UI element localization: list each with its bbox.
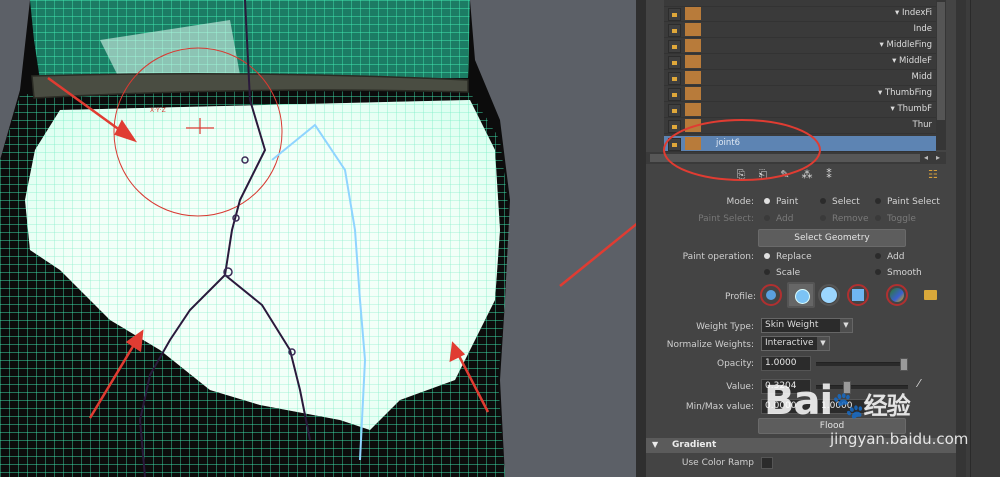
square-brush-icon[interactable]	[847, 284, 869, 306]
mode-paint-radio[interactable]: Paint	[764, 197, 798, 207]
paint-select-label: Paint Select:	[698, 214, 754, 224]
list-item-label: Thur	[912, 120, 932, 130]
soft-brush-icon[interactable]	[787, 282, 815, 308]
collapse-arrow-icon: ▼	[652, 440, 659, 449]
minmax-label: Min/Max value:	[685, 402, 754, 412]
lock-icon[interactable]	[668, 24, 681, 37]
color-swatch	[685, 39, 701, 52]
list-item-label: Midd	[911, 72, 933, 82]
color-swatch	[685, 87, 701, 100]
section-title: Gradient	[672, 440, 717, 450]
scroll-left-icon[interactable]: ◂	[924, 153, 928, 162]
chevron-down-icon: ▼	[817, 337, 829, 350]
lock-icon[interactable]	[668, 40, 681, 53]
folder-icon[interactable]	[924, 290, 937, 300]
paint-select-remove-radio[interactable]: Remove	[820, 214, 869, 224]
color-swatch	[685, 7, 701, 20]
opacity-field[interactable]: 1.0000	[761, 356, 811, 371]
use-color-ramp-checkbox[interactable]	[761, 457, 773, 469]
list-item[interactable]: Midd	[664, 70, 936, 86]
solid-brush-icon[interactable]	[818, 284, 840, 306]
list-item[interactable]: ▾ ThumbFing	[664, 86, 936, 102]
lock-icon[interactable]	[668, 8, 681, 21]
paint-op-replace-radio[interactable]: Replace	[764, 252, 812, 262]
panel-splitter[interactable]	[636, 0, 646, 477]
weight-type-select[interactable]: Skin Weight ▼	[761, 318, 853, 333]
use-color-ramp-label: Use Color Ramp	[681, 458, 754, 468]
paint-operation-label: Paint operation:	[682, 252, 754, 262]
list-item[interactable]: Inde	[664, 22, 936, 38]
chevron-down-icon: ▼	[840, 319, 852, 332]
value-label: Value:	[726, 382, 754, 392]
expand-arrow-icon[interactable]: ▾	[892, 56, 899, 66]
list-item-label: MiddleFing	[886, 40, 933, 50]
paint-select-add-radio[interactable]: Add	[764, 214, 793, 224]
expand-arrow-icon[interactable]: ▾	[895, 8, 902, 18]
paint-select-toggle-radio[interactable]: Toggle	[875, 214, 916, 224]
select-geometry-button[interactable]: Select Geometry	[758, 229, 906, 247]
opacity-label: Opacity:	[717, 359, 754, 369]
lock-icon[interactable]	[668, 88, 681, 101]
sort-list-icon[interactable]: ☷	[928, 168, 938, 181]
color-swatch	[685, 71, 701, 84]
weight-type-label: Weight Type:	[696, 322, 754, 332]
list-item[interactable]: ▾ MiddleFing	[664, 38, 936, 54]
list-item[interactable]: ▾ MiddleF	[664, 54, 936, 70]
paint-op-smooth-radio[interactable]: Smooth	[875, 268, 922, 278]
expand-arrow-icon[interactable]: ▾	[878, 88, 885, 98]
watermark-url: jingyan.baidu.com	[830, 430, 969, 448]
viewport-3d[interactable]: X·Y·Z	[0, 0, 636, 477]
gaussian-brush-icon[interactable]	[760, 284, 782, 306]
image-brush-icon[interactable]	[886, 284, 908, 306]
slider-knob[interactable]	[900, 358, 908, 371]
right-side-panel	[956, 0, 1000, 477]
vertical-scrollbar[interactable]	[936, 0, 946, 150]
eyedropper-icon[interactable]: ⁄	[918, 377, 920, 390]
baidu-logo: Bai🐾经验	[764, 378, 911, 424]
paint-op-add-radio[interactable]: Add	[875, 252, 904, 262]
list-item-label: ThumbF	[897, 104, 932, 114]
list-item-label: ThumbFing	[884, 88, 932, 98]
lock-icon[interactable]	[668, 56, 681, 69]
expand-arrow-icon[interactable]: ▾	[880, 40, 887, 50]
color-swatch	[685, 23, 701, 36]
color-swatch	[685, 55, 701, 68]
annotation-ellipse	[663, 119, 821, 181]
svg-text:X·Y·Z: X·Y·Z	[150, 107, 166, 114]
opacity-slider[interactable]	[816, 358, 908, 371]
list-item-label: Inde	[913, 24, 932, 34]
list-item[interactable]: ▾ IndexFi	[664, 6, 936, 22]
mode-select-radio[interactable]: Select	[820, 197, 860, 207]
paint-op-scale-radio[interactable]: Scale	[764, 268, 800, 278]
profile-label: Profile:	[724, 292, 756, 302]
normalize-weights-select[interactable]: Interactive ▼	[761, 336, 830, 351]
lock-icon[interactable]	[668, 72, 681, 85]
mesh-render: X·Y·Z	[0, 0, 636, 477]
panel-scrollbar[interactable]	[956, 0, 966, 477]
list-item-label: MiddleF	[899, 56, 932, 66]
mode-paint-select-radio[interactable]: Paint Select	[875, 197, 940, 207]
scroll-right-icon[interactable]: ▸	[936, 153, 940, 162]
scrollbar-thumb[interactable]	[937, 2, 945, 120]
normalize-weights-label: Normalize Weights:	[666, 340, 754, 350]
mode-label: Mode:	[726, 197, 754, 207]
list-item-label: IndexFi	[901, 8, 932, 18]
